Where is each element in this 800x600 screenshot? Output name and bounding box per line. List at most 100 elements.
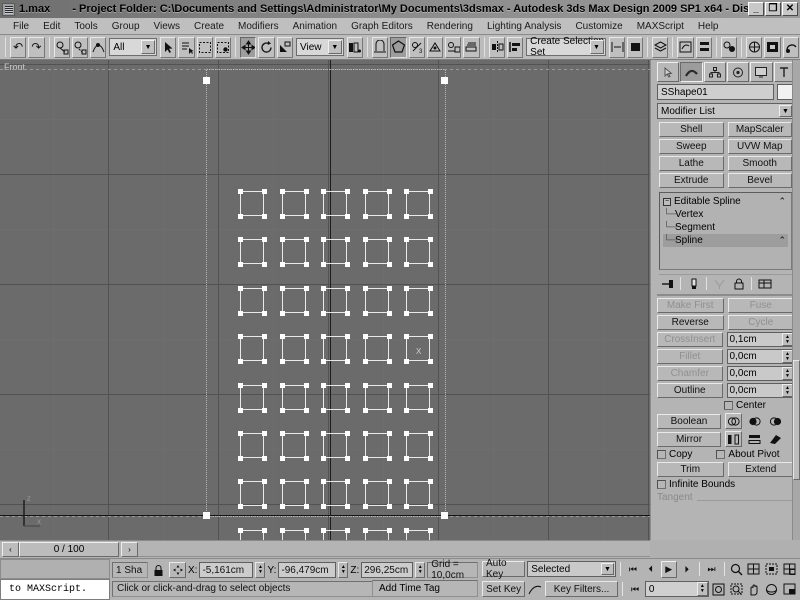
spline-square[interactable]: [282, 288, 306, 313]
minimize-button[interactable]: _: [748, 2, 764, 16]
spline-vertex-handle[interactable]: [280, 431, 285, 436]
infinite-bounds-checkbox[interactable]: Infinite Bounds: [657, 479, 735, 490]
menu-item-animation[interactable]: Animation: [286, 20, 344, 33]
spline-vertex-handle[interactable]: [321, 504, 326, 509]
menu-item-help[interactable]: Help: [691, 20, 726, 33]
spline-vertex-handle[interactable]: [387, 504, 392, 509]
spline-vertex-handle[interactable]: [428, 504, 433, 509]
spline-vertex-handle[interactable]: [238, 479, 243, 484]
spline-vertex-handle[interactable]: [428, 334, 433, 339]
menu-item-lighting-analysis[interactable]: Lighting Analysis: [480, 20, 569, 33]
spline-vertex-handle[interactable]: [321, 311, 326, 316]
spline-vertex-handle[interactable]: [363, 456, 368, 461]
selection-handle-br[interactable]: [441, 512, 448, 519]
spline-square[interactable]: [282, 336, 306, 361]
chamfer-spinner[interactable]: 0,0cm ▲ ▼: [726, 366, 794, 381]
angle-snap-button[interactable]: [390, 36, 407, 58]
spline-vertex-handle[interactable]: [345, 189, 350, 194]
command-panel-scrollbar[interactable]: [792, 60, 800, 540]
add-time-tag[interactable]: Add Time Tag: [372, 580, 478, 597]
spline-vertex-handle[interactable]: [238, 528, 243, 533]
spline-vertex-handle[interactable]: [428, 189, 433, 194]
spline-square[interactable]: [282, 433, 306, 458]
spline-vertex-handle[interactable]: [345, 408, 350, 413]
modifier-button-extrude[interactable]: Extrude: [659, 173, 724, 188]
spline-vertex-handle[interactable]: [262, 431, 267, 436]
spline-square[interactable]: [240, 530, 264, 540]
spline-vertex-handle[interactable]: [363, 262, 368, 267]
spline-square[interactable]: [240, 239, 264, 264]
spline-vertex-handle[interactable]: [321, 359, 326, 364]
play-animation-button[interactable]: ▶: [660, 560, 677, 578]
spline-vertex-handle[interactable]: [428, 456, 433, 461]
spline-vertex-handle[interactable]: [363, 189, 368, 194]
about-pivot-checkbox[interactable]: About Pivot: [716, 449, 794, 460]
spline-vertex-handle[interactable]: [404, 456, 409, 461]
spline-square[interactable]: [323, 385, 347, 410]
spline-vertex-handle[interactable]: [238, 359, 243, 364]
set-key-button[interactable]: Set Key: [482, 581, 526, 597]
go-to-start-button[interactable]: ⏮: [625, 561, 641, 578]
spline-vertex-handle[interactable]: [280, 189, 285, 194]
spline-vertex-handle[interactable]: [428, 311, 433, 316]
spline-vertex-handle[interactable]: [387, 189, 392, 194]
zoom-button[interactable]: [729, 561, 745, 578]
spline-vertex-handle[interactable]: [404, 408, 409, 413]
spline-vertex-handle[interactable]: [262, 237, 267, 242]
spline-vertex-handle[interactable]: [304, 189, 309, 194]
menu-item-edit[interactable]: Edit: [36, 20, 67, 33]
spline-square[interactable]: [365, 191, 389, 216]
collapse-toggle-icon[interactable]: −: [663, 197, 671, 206]
checkbox-icon[interactable]: [723, 401, 733, 410]
spline-vertex-handle[interactable]: [304, 214, 309, 219]
spline-vertex-handle[interactable]: [345, 431, 350, 436]
use-center-button[interactable]: [346, 36, 364, 58]
menu-item-group[interactable]: Group: [105, 20, 147, 33]
spline-vertex-handle[interactable]: [262, 334, 267, 339]
select-and-rotate-button[interactable]: [258, 36, 275, 58]
spline-vertex-handle[interactable]: [321, 479, 326, 484]
select-and-move-button[interactable]: [240, 36, 257, 58]
modifier-button-mapscaler[interactable]: MapScaler: [727, 122, 792, 137]
spline-vertex-handle[interactable]: [304, 237, 309, 242]
select-object-button[interactable]: [160, 36, 177, 58]
auto-key-button[interactable]: Auto Key: [482, 558, 526, 580]
selection-lock-toggle[interactable]: [150, 562, 167, 578]
schematic-view-button[interactable]: [695, 36, 712, 58]
spline-vertex-handle[interactable]: [363, 504, 368, 509]
material-editor-button[interactable]: [720, 36, 738, 58]
curve-editor-button[interactable]: [677, 36, 694, 58]
spline-vertex-handle[interactable]: [428, 262, 433, 267]
spline-vertex-handle[interactable]: [404, 528, 409, 533]
show-end-result-icon[interactable]: [685, 276, 702, 292]
spline-vertex-handle[interactable]: [321, 383, 326, 388]
spinner-snap-button[interactable]: [426, 36, 444, 58]
spline-square[interactable]: [282, 239, 306, 264]
spline-vertex-handle[interactable]: [280, 214, 285, 219]
spline-vertex-handle[interactable]: [428, 286, 433, 291]
spline-vertex-handle[interactable]: [387, 359, 392, 364]
spline-vertex-handle[interactable]: [363, 334, 368, 339]
mirror-horizontal-button[interactable]: [725, 431, 742, 447]
spline-vertex-handle[interactable]: [345, 479, 350, 484]
undo-button[interactable]: ↶: [10, 36, 27, 58]
selection-handle-tl[interactable]: [203, 77, 210, 84]
zoom-all-button[interactable]: [746, 561, 762, 578]
spline-square[interactable]: [406, 288, 430, 313]
spline-square[interactable]: [282, 481, 306, 506]
x-coordinate-field[interactable]: -5,161cm: [199, 562, 254, 578]
trim-button[interactable]: Trim: [657, 462, 724, 477]
crossinsert-spinner[interactable]: 0,1cm ▲ ▼: [726, 332, 794, 347]
spline-square[interactable]: [323, 288, 347, 313]
spline-square[interactable]: [365, 433, 389, 458]
fillet-spinner[interactable]: 0,0cm ▲ ▼: [726, 349, 794, 364]
stack-item-editable-spline[interactable]: − Editable Spline ⌃: [663, 195, 788, 208]
spline-vertex-handle[interactable]: [304, 456, 309, 461]
spline-vertex-handle[interactable]: [280, 237, 285, 242]
spline-vertex-handle[interactable]: [428, 479, 433, 484]
y-coordinate-field[interactable]: -96,479cm: [278, 562, 337, 578]
spline-vertex-handle[interactable]: [262, 262, 267, 267]
restore-button[interactable]: ❐: [765, 2, 781, 16]
spline-vertex-handle[interactable]: [321, 408, 326, 413]
current-frame-field[interactable]: 0 ▲ ▼: [644, 581, 709, 597]
